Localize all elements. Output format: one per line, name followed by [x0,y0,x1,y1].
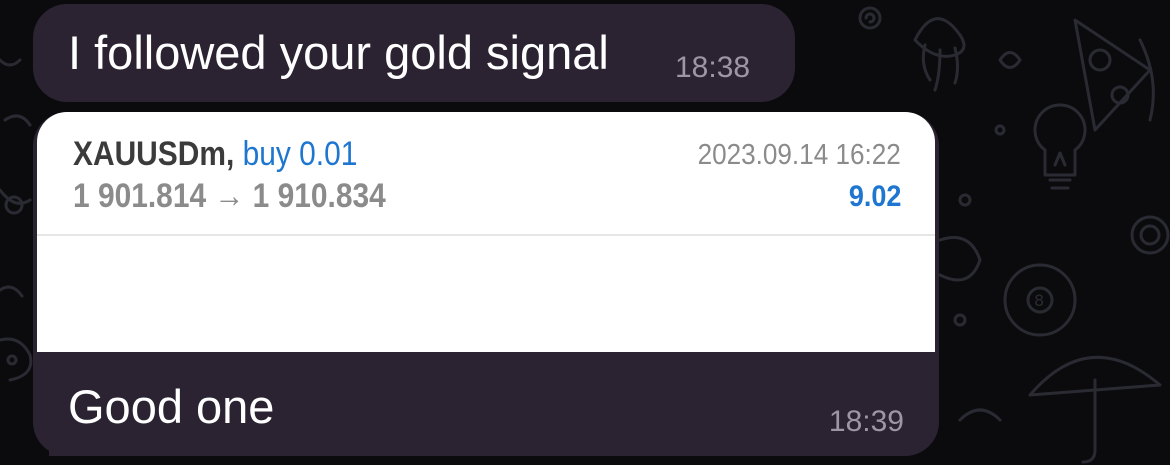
trade-screenshot-card[interactable]: XAUUSDm, buy 0.01 1 901.814 → 1 910.834 … [37,112,935,352]
trade-profit: 9.02 [848,180,901,213]
message-text: Good one [68,380,275,433]
message-time: 18:39 [828,405,904,438]
message-bubble-2[interactable]: XAUUSDm, buy 0.01 1 901.814 → 1 910.834 … [33,112,939,456]
trade-symbol: XAUUSDm, [73,135,243,173]
message-text: I followed your gold signal [68,26,609,79]
trade-symbol-line: XAUUSDm, buy 0.01 [73,134,357,174]
message-bubble-1[interactable]: I followed your gold signal 18:38 [33,4,795,102]
message-time: 18:38 [675,51,751,84]
card-divider [37,234,935,236]
svg-text:8: 8 [1034,291,1044,310]
trade-action: buy 0.01 [242,135,358,173]
trade-datetime: 2023.09.14 16:22 [697,139,901,171]
trade-prices: 1 901.814 → 1 910.834 [73,177,386,215]
